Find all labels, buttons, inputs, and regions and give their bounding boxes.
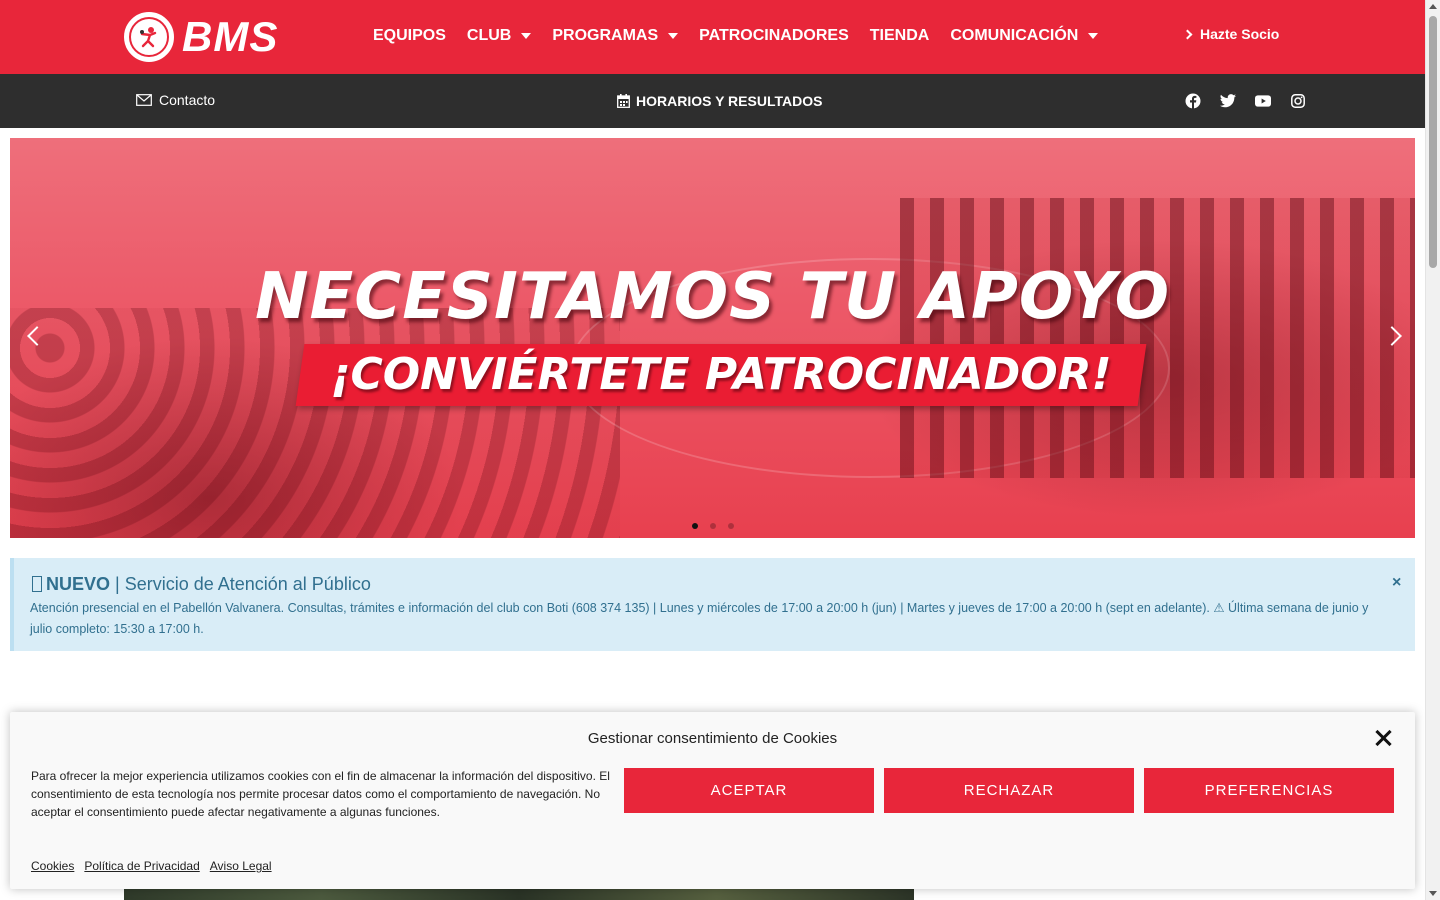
preferences-button[interactable]: PREFERENCIAS <box>1144 768 1394 813</box>
notice-title-bold: NUEVO <box>46 574 111 594</box>
nav-label: COMUNICACIÓN <box>950 27 1079 44</box>
nav-label: PATROCINADORES <box>699 27 849 44</box>
logo-text: BMS <box>182 13 279 60</box>
cookie-text: Para ofrecer la mejor experiencia utiliz… <box>31 769 610 819</box>
team-image-area <box>900 198 1415 478</box>
slider-dot-2[interactable] <box>710 523 716 529</box>
legal-notice-link[interactable]: Aviso Legal <box>210 859 272 873</box>
site-header: BMS EQUIPOS CLUB PROGRAMAS PATROCINADORE… <box>0 0 1425 74</box>
facebook-icon[interactable] <box>1185 93 1201 109</box>
nav-label: PROGRAMAS <box>552 27 659 44</box>
cookie-links: Cookies Política de Privacidad Aviso Leg… <box>31 859 282 873</box>
slider-dot-1[interactable] <box>692 523 698 529</box>
club-seal-icon <box>124 12 174 62</box>
nav-item-programas[interactable]: PROGRAMAS <box>552 27 679 45</box>
scroll-up-icon[interactable] <box>1429 4 1437 9</box>
notice-title-rest: | Servicio de Atención al Público <box>110 574 371 594</box>
hero-slider: NECESITAMOS TU APOYO ¡CONVIÉRTETE PATROC… <box>10 138 1415 538</box>
contacto-link[interactable]: Contacto <box>136 92 215 108</box>
chevron-right-icon <box>1182 29 1193 39</box>
caret-down-icon <box>1088 33 1099 39</box>
slide-subline: ¡CONVIÉRTETE PATROCINADOR! <box>330 349 1112 400</box>
nav-item-comunicacion[interactable]: COMUNICACIÓN <box>950 27 1099 45</box>
cookie-title: Gestionar consentimiento de Cookies <box>587 730 838 747</box>
notice-title: NUEVO | Servicio de Atención al Público <box>32 574 371 595</box>
calendar-icon <box>617 94 630 108</box>
page-scrollbar[interactable] <box>1425 0 1440 900</box>
nav-label: EQUIPOS <box>373 27 446 44</box>
twitter-icon[interactable] <box>1220 93 1236 109</box>
scrollbar-thumb[interactable] <box>1429 16 1437 268</box>
reject-button[interactable]: RECHAZAR <box>884 768 1134 813</box>
nav-label: CLUB <box>466 27 512 44</box>
hazte-socio-link[interactable]: Hazte Socio <box>1182 26 1280 42</box>
crowd-image-area <box>10 308 620 538</box>
notice-close-icon[interactable]: × <box>1392 574 1401 592</box>
slider-dot-3[interactable] <box>728 523 734 529</box>
social-links <box>1185 93 1325 109</box>
caret-down-icon <box>668 33 679 39</box>
close-icon[interactable] <box>1374 728 1394 748</box>
nav-label: TIENDA <box>869 27 930 44</box>
horarios-label: HORARIOS Y RESULTADOS <box>636 93 823 109</box>
main-nav: EQUIPOS CLUB PROGRAMAS PATROCINADORES TI… <box>373 24 1119 48</box>
nav-item-club[interactable]: CLUB <box>466 27 532 45</box>
privacy-policy-link[interactable]: Política de Privacidad <box>84 859 199 873</box>
nav-item-tienda[interactable]: TIENDA <box>870 27 930 45</box>
notice-body: Atención presencial en el Pabellón Valva… <box>30 601 1369 636</box>
nav-item-equipos[interactable]: EQUIPOS <box>373 27 446 45</box>
missing-glyph-icon <box>32 576 42 592</box>
contacto-label: Contacto <box>159 92 216 108</box>
cookies-link[interactable]: Cookies <box>31 859 74 873</box>
cookie-consent-dialog: Gestionar consentimiento de Cookies Para… <box>10 712 1415 889</box>
youtube-icon[interactable] <box>1255 93 1271 109</box>
instagram-icon[interactable] <box>1290 93 1306 109</box>
notice-alert: NUEVO | Servicio de Atención al Público … <box>10 558 1415 651</box>
caret-down-icon <box>521 33 532 39</box>
accept-button[interactable]: ACEPTAR <box>624 768 874 813</box>
nav-item-patrocinadores[interactable]: PATROCINADORES <box>699 27 849 45</box>
site-logo[interactable]: BMS <box>124 12 278 62</box>
slide-headline: NECESITAMOS TU APOYO <box>254 260 1171 334</box>
hazte-socio-label: Hazte Socio <box>1200 26 1280 42</box>
slider-pagination <box>692 523 746 529</box>
horarios-link[interactable]: HORARIOS Y RESULTADOS <box>617 93 822 109</box>
top-bar: Contacto HORARIOS Y RESULTADOS <box>0 74 1425 128</box>
envelope-icon <box>136 94 152 106</box>
scroll-down-icon[interactable] <box>1429 891 1437 896</box>
